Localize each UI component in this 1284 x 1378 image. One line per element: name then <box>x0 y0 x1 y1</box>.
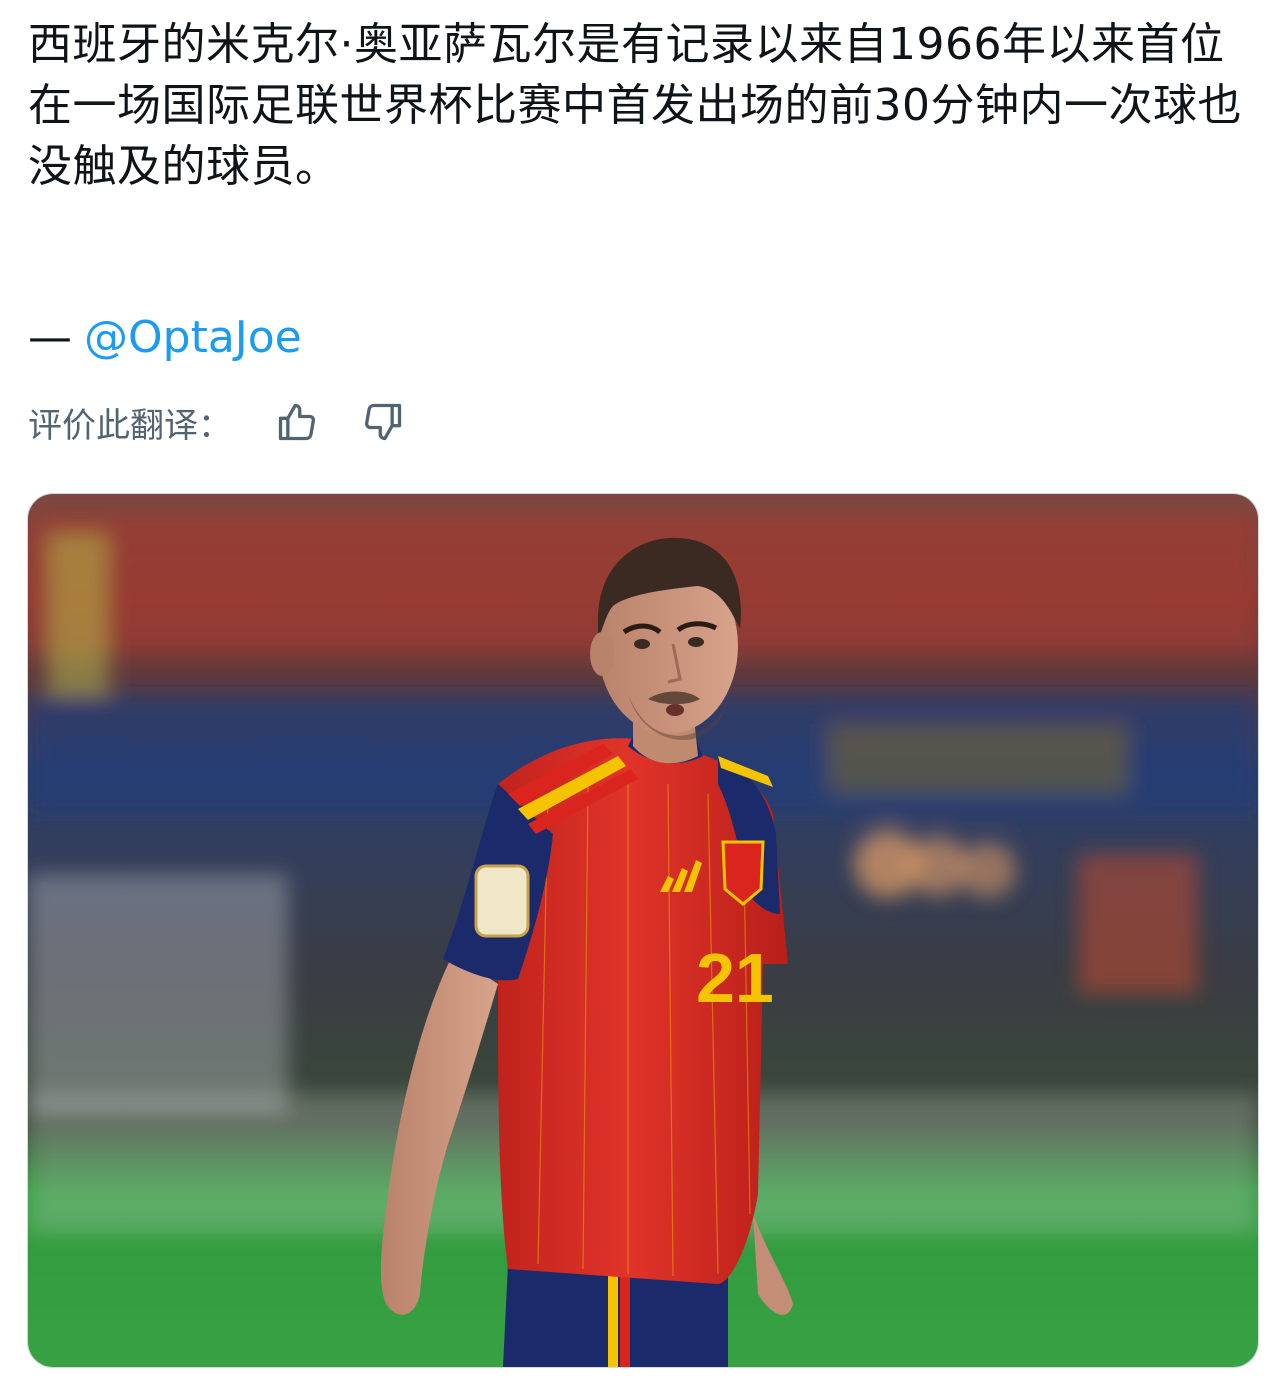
tweet-text: 西班牙的米克尔·奥亚萨瓦尔是有记录以来自1966年以来首位在一场国际足联世界杯比… <box>28 19 1242 192</box>
thumbs-down-button[interactable] <box>356 395 410 449</box>
tweet-media-photo[interactable]: 21 <box>27 493 1259 1368</box>
attribution-dash: — <box>28 312 72 363</box>
thumbs-down-icon <box>364 403 402 441</box>
thumbs-up-icon <box>278 403 316 441</box>
rate-translation-label: 评价此翻译： <box>28 405 232 446</box>
rate-translation-row: 评价此翻译： <box>28 392 410 452</box>
player-photo: 21 <box>28 494 1258 1367</box>
thumbs-up-button[interactable] <box>270 395 324 449</box>
optajoe-handle-link[interactable]: @OptaJoe <box>84 305 302 371</box>
jersey-number: 21 <box>696 939 774 1017</box>
tweet-attribution: — @OptaJoe <box>28 305 302 371</box>
sleeve-badge <box>474 864 530 938</box>
